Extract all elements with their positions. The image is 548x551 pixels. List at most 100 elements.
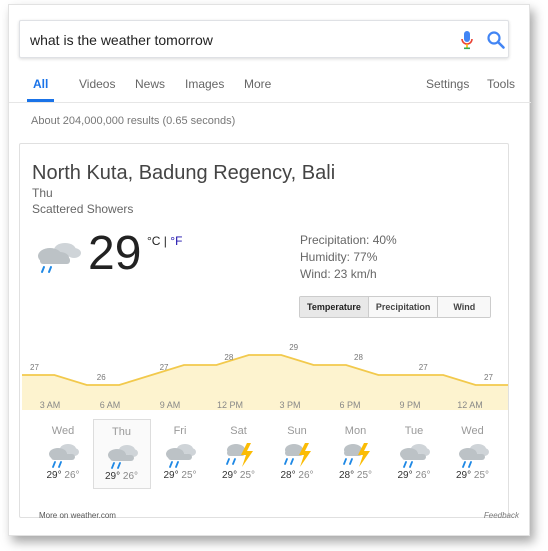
- rain-cloud-icon: [166, 444, 196, 468]
- forecast-high: 29°: [46, 470, 62, 481]
- forecast-day[interactable]: Wed 29° 25°: [444, 419, 502, 489]
- temperature-tab[interactable]: Temperature: [300, 297, 368, 317]
- hour-label: 9 AM: [159, 400, 181, 410]
- forecast-low: 26°: [122, 471, 139, 482]
- hour-label: 9 PM: [399, 400, 421, 410]
- forecast-temps: 29° 25°: [151, 470, 209, 481]
- forecast-low: 26°: [64, 470, 80, 481]
- forecast-low: 26°: [415, 470, 431, 481]
- temperature-label: 27: [160, 363, 169, 372]
- search-input[interactable]: [30, 29, 430, 51]
- unit-separator: |: [160, 234, 171, 248]
- weather-details: Precipitation: 40% Humidity: 77% Wind: 2…: [300, 232, 397, 283]
- weather-condition: Scattered Showers: [32, 202, 134, 216]
- current-temperature: 29: [88, 227, 142, 280]
- rain-cloud-icon: [400, 444, 430, 468]
- forecast-day[interactable]: Sat 29° 25°: [210, 419, 268, 489]
- forecast-low: 25°: [473, 470, 490, 481]
- forecast-day-name: Tue: [404, 425, 424, 437]
- temperature-label: 29: [289, 343, 298, 352]
- temperature-label: 27: [30, 363, 39, 372]
- forecast-temps: 28° 26°: [268, 470, 326, 481]
- tab-news[interactable]: News: [135, 75, 165, 102]
- forecast-day-name: Wed: [461, 425, 484, 437]
- settings-link[interactable]: Settings: [426, 75, 469, 102]
- unit-celsius[interactable]: °C: [147, 234, 160, 248]
- forecast-day[interactable]: Thu 29° 26°: [92, 419, 151, 489]
- forecast-day[interactable]: Fri 29° 25°: [151, 419, 209, 489]
- forecast-low: 25°: [239, 470, 256, 481]
- hour-label: 3 PM: [279, 400, 301, 410]
- hour-label: 3 AM: [39, 400, 61, 410]
- unit-toggle: °C | °F: [147, 234, 182, 248]
- temperature-label: 27: [484, 373, 493, 382]
- humidity-text: Humidity: 77%: [300, 250, 378, 264]
- hour-label: 12 AM: [457, 400, 483, 410]
- search-icon[interactable]: [486, 30, 506, 50]
- forecast-temps: 28° 25°: [327, 470, 385, 481]
- tab-images[interactable]: Images: [185, 75, 224, 102]
- forecast-day[interactable]: Tue 29° 26°: [385, 419, 443, 489]
- precipitation-tab[interactable]: Precipitation: [367, 297, 438, 317]
- forecast-low: 26°: [298, 470, 314, 481]
- tab-all[interactable]: All: [27, 75, 55, 102]
- forecast-day-name: Mon: [344, 425, 367, 437]
- forecast-temps: 29° 25°: [210, 470, 268, 481]
- hour-label: 12 PM: [216, 400, 244, 410]
- rain-cloud-icon: [49, 444, 79, 468]
- temperature-chart: 27 26 27 28 29 28 27 27: [22, 343, 508, 410]
- result-stats: About 204,000,000 results (0.65 seconds): [31, 115, 236, 127]
- forecast-day-name: Wed: [51, 425, 75, 437]
- microphone-icon[interactable]: [460, 30, 474, 50]
- forecast-high: 28°: [280, 470, 296, 481]
- forecast-temps: 29° 25°: [444, 470, 502, 481]
- temperature-label: 28: [224, 353, 233, 362]
- hour-label: 6 AM: [99, 400, 121, 410]
- weather-location: North Kuta, Badung Regency, Bali: [32, 162, 336, 184]
- thunderstorm-icon: [284, 443, 311, 467]
- thunderstorm-icon: [225, 443, 253, 467]
- forecast-day[interactable]: Sun 28° 26°: [268, 419, 326, 489]
- forecast-high: 28°: [338, 470, 355, 481]
- forecast-day-name: Sat: [230, 425, 247, 437]
- forecast-high: 29°: [104, 471, 121, 482]
- forecast-day-name: Thu: [112, 426, 131, 438]
- unit-fahrenheit[interactable]: °F: [170, 234, 182, 248]
- search-tabs: All Videos News Images More Settings Too…: [19, 75, 519, 103]
- thunderstorm-icon: [342, 443, 370, 467]
- tab-more[interactable]: More: [244, 75, 271, 102]
- forecast-high: 29°: [455, 470, 472, 481]
- forecast-high: 29°: [221, 470, 238, 481]
- precipitation-text: Precipitation: 40%: [300, 233, 397, 247]
- rain-cloud-icon: [458, 444, 489, 468]
- forecast-low: 25°: [181, 470, 197, 481]
- rain-cloud-icon: [38, 243, 81, 273]
- more-on-weather-link[interactable]: More on weather.com: [39, 511, 116, 520]
- tab-videos[interactable]: Videos: [79, 75, 115, 102]
- forecast-high: 29°: [397, 470, 413, 481]
- feedback-link[interactable]: Feedback: [484, 511, 519, 520]
- temperature-label: 28: [354, 353, 363, 362]
- search-results-frame: All Videos News Images More Settings Too…: [8, 4, 531, 536]
- weather-card: North Kuta, Badung Regency, Bali Thu Sca…: [19, 143, 509, 518]
- forecast-day[interactable]: Wed 29° 26°: [34, 419, 92, 489]
- temperature-label: 27: [419, 363, 428, 372]
- daily-forecast: Wed 29° 26° Thu 29° 26° Fri 29° 25° Sat 29° 25°…: [34, 419, 504, 491]
- chart-mode-toggle: Temperature Precipitation Wind: [299, 296, 492, 318]
- forecast-temps: 29° 26°: [34, 470, 92, 481]
- tools-link[interactable]: Tools: [487, 75, 515, 102]
- search-box[interactable]: [19, 20, 509, 58]
- forecast-day-name: Sun: [287, 425, 307, 437]
- rain-cloud-icon: [107, 445, 138, 469]
- forecast-temps: 29° 26°: [94, 471, 150, 482]
- hour-axis: 3 AM 6 AM 9 AM 12 PM 3 PM 6 PM 9 PM 12 AM: [20, 400, 510, 412]
- weather-day: Thu: [32, 186, 53, 200]
- tabs-divider: [9, 102, 531, 103]
- forecast-temps: 29° 26°: [385, 470, 443, 481]
- temperature-label: 26: [97, 373, 106, 382]
- forecast-day[interactable]: Mon 28° 25°: [327, 419, 385, 489]
- wind-tab[interactable]: Wind: [437, 297, 491, 317]
- wind-text: Wind: 23 km/h: [300, 267, 377, 281]
- forecast-day-name: Fri: [173, 425, 187, 437]
- forecast-low: 25°: [356, 470, 373, 481]
